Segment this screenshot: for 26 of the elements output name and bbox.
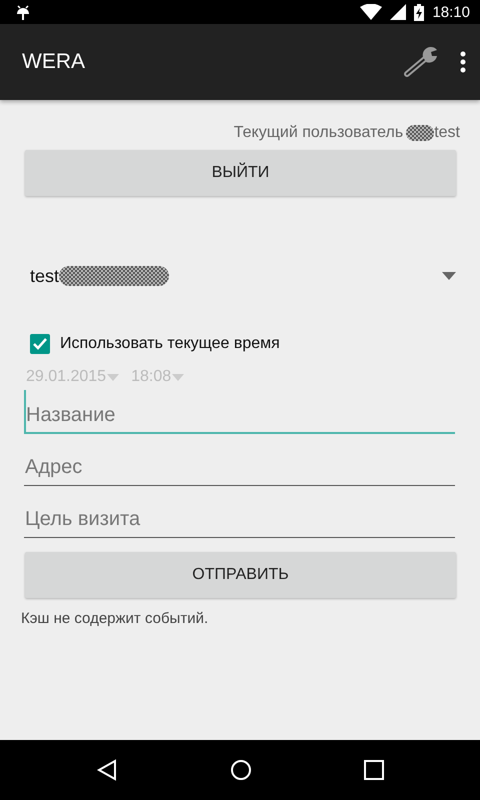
wifi-icon (360, 4, 382, 20)
send-button[interactable]: ОТПРАВИТЬ (25, 552, 456, 598)
user-spinner-value[interactable]: test (30, 266, 60, 286)
checkbox[interactable] (30, 334, 50, 354)
logout-button[interactable]: ВЫЙТИ (25, 150, 456, 196)
caret-icon (172, 374, 184, 380)
recents-icon[interactable] (364, 760, 384, 780)
text-field[interactable]: Название (24, 390, 455, 434)
signal-icon (390, 4, 406, 20)
home-icon[interactable] (230, 759, 252, 781)
overflow-menu-icon[interactable] (460, 51, 466, 73)
battery-charging-icon (414, 4, 424, 20)
wrench-icon[interactable] (404, 47, 438, 77)
text-field[interactable]: Адрес (24, 442, 455, 486)
current-user-name: test (434, 124, 460, 142)
redaction-mark (406, 125, 434, 141)
current-user-label: Текущий пользователь (234, 124, 404, 142)
checkbox-label: Использовать текущее время (60, 335, 280, 353)
caret-icon (107, 374, 120, 380)
cache-message: Кэш не содержит событий. (21, 610, 210, 627)
android-icon (16, 3, 30, 21)
app-title: WERA (22, 50, 86, 74)
text-field[interactable]: Цель визита (24, 494, 455, 538)
back-icon[interactable] (96, 759, 118, 781)
status-time: 18:10 (432, 4, 470, 20)
dropdown-arrow-icon[interactable] (442, 272, 456, 280)
